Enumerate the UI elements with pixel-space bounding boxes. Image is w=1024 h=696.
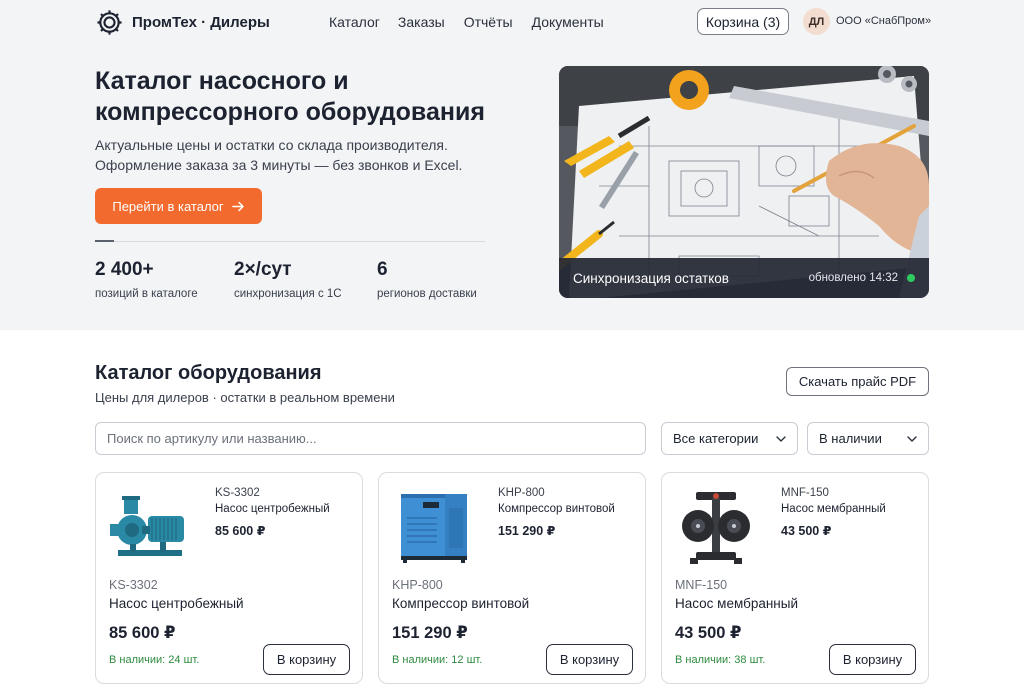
- stat-regions: 6 регионов доставки: [377, 259, 477, 300]
- product-card[interactable]: KS-3302 Насос центробежный 85 600 ₽ KS-3…: [95, 472, 363, 684]
- product-mini-sku: KHP-800: [498, 487, 545, 499]
- product-name: Насос центробежный: [109, 596, 244, 611]
- product-mini-sku: KS-3302: [215, 487, 260, 499]
- catalog-subtitle: Цены для дилеров · остатки в реальном вр…: [95, 390, 395, 405]
- diaphragm-pump-image: [682, 492, 750, 564]
- add-to-cart-button[interactable]: В корзину: [263, 644, 350, 675]
- product-mini-sku: MNF-150: [781, 487, 829, 499]
- product-sku: KHP-800: [392, 578, 443, 592]
- download-price-pdf-button[interactable]: Скачать прайс PDF: [786, 367, 929, 396]
- sync-updated-time: обновлено 14:32: [808, 272, 898, 284]
- stat-value: 2×/сут: [234, 259, 292, 280]
- product-mini-price: 85 600 ₽: [215, 524, 266, 538]
- product-price: 151 290 ₽: [392, 624, 468, 642]
- product-card[interactable]: MNF-150 Насос мембранный 43 500 ₽ MNF-15…: [661, 472, 929, 684]
- product-name: Компрессор винтовой: [392, 596, 530, 611]
- gear-logo-icon: [97, 10, 122, 35]
- status-dot-icon: [907, 274, 915, 282]
- avatar[interactable]: ДЛ: [803, 8, 830, 35]
- chevron-down-icon: [907, 436, 917, 442]
- product-stock: В наличии: 12 шт.: [392, 654, 483, 666]
- product-mini-name: Компрессор винтовой: [498, 503, 615, 515]
- product-card[interactable]: KHP-800 Компрессор винтовой 151 290 ₽ KH…: [378, 472, 646, 684]
- product-stock: В наличии: 24 шт.: [109, 654, 200, 666]
- go-to-catalog-button[interactable]: Перейти в каталог: [95, 188, 262, 224]
- stat-label: синхронизация с 1С: [234, 288, 342, 300]
- stat-positions: 2 400+ позиций в каталоге: [95, 259, 198, 300]
- category-select[interactable]: Все категории: [661, 422, 798, 455]
- nav-orders[interactable]: Заказы: [398, 14, 445, 30]
- sync-title: Синхронизация остатков: [573, 270, 729, 286]
- product-mini-price: 151 290 ₽: [498, 524, 556, 538]
- add-to-cart-button[interactable]: В корзину: [546, 644, 633, 675]
- product-price: 43 500 ₽: [675, 624, 742, 642]
- stat-value: 6: [377, 259, 388, 280]
- availability-select[interactable]: В наличии: [807, 422, 929, 455]
- logo[interactable]: ПромТех · Дилеры: [95, 8, 270, 37]
- hero-subtitle: Актуальные цены и остатки со склада прои…: [95, 137, 463, 173]
- product-mini-price: 43 500 ₽: [781, 524, 832, 538]
- nav-reports[interactable]: Отчёты: [464, 14, 513, 30]
- product-sku: KS-3302: [109, 578, 158, 592]
- search-input[interactable]: [95, 422, 646, 455]
- product-name: Насос мембранный: [675, 596, 798, 611]
- logo-text: ПромТех · Дилеры: [132, 14, 270, 31]
- catalog-title: Каталог оборудования: [95, 362, 322, 384]
- stat-label: регионов доставки: [377, 288, 477, 300]
- stat-value: 2 400+: [95, 259, 154, 280]
- nav-catalog[interactable]: Каталог: [329, 14, 380, 30]
- stat-sync: 2×/сут синхронизация с 1С: [234, 259, 342, 300]
- hero-divider-accent: [95, 240, 114, 242]
- product-stock: В наличии: 38 шт.: [675, 654, 766, 666]
- cart-button[interactable]: Корзина (3): [697, 8, 789, 35]
- hero-title: Каталог насосного и компрессорного обору…: [95, 67, 485, 126]
- product-mini-name: Насос мембранный: [781, 503, 886, 515]
- cta-label: Перейти в каталог: [112, 198, 224, 214]
- availability-select-value: В наличии: [819, 431, 882, 446]
- category-select-value: Все категории: [673, 431, 759, 446]
- centrifugal-pump-image: [110, 496, 184, 556]
- screw-compressor-image: [401, 494, 467, 563]
- nav-documents[interactable]: Документы: [532, 14, 604, 30]
- chevron-down-icon: [776, 436, 786, 442]
- sync-status-bar: Синхронизация остатков обновлено 14:32: [559, 258, 929, 298]
- company-name: ООО «СнабПром»: [836, 15, 932, 27]
- hero-divider: [95, 241, 485, 242]
- add-to-cart-button[interactable]: В корзину: [829, 644, 916, 675]
- arrow-right-icon: [231, 201, 244, 211]
- main-nav: Каталог Заказы Отчёты Документы: [329, 14, 604, 30]
- product-sku: MNF-150: [675, 578, 728, 592]
- stat-label: позиций в каталоге: [95, 288, 198, 300]
- top-header: ПромТех · Дилеры Каталог Заказы Отчёты Д…: [0, 0, 1024, 46]
- hero-image: Синхронизация остатков обновлено 14:32: [559, 66, 929, 298]
- product-mini-name: Насос центробежный: [215, 503, 330, 515]
- product-price: 85 600 ₽: [109, 624, 176, 642]
